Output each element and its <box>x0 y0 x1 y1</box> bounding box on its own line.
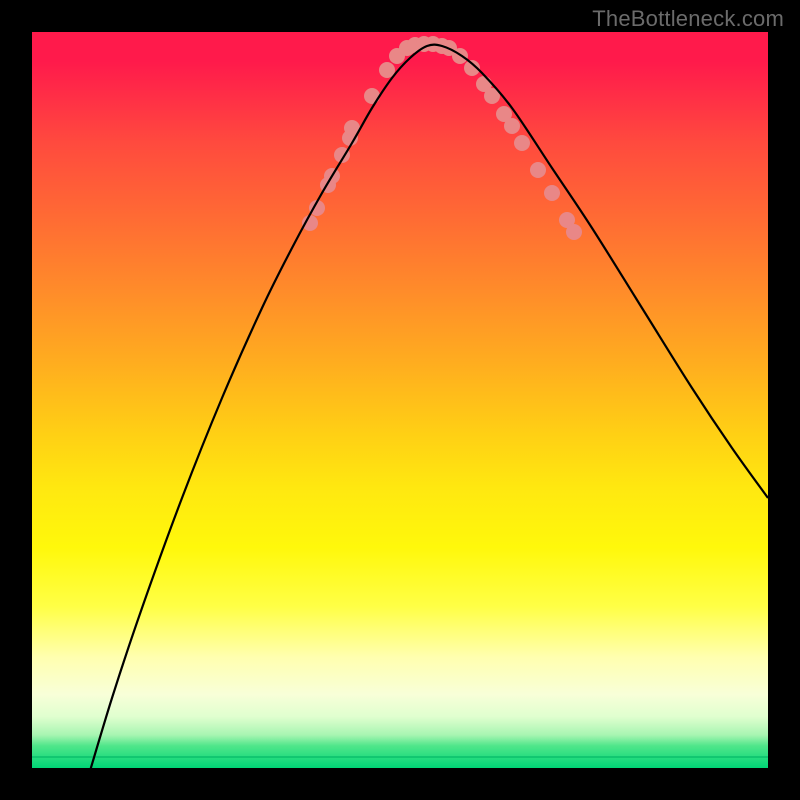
data-marker <box>530 162 546 178</box>
data-marker <box>364 88 380 104</box>
data-marker <box>504 118 520 134</box>
bottleneck-curve-path <box>82 45 768 768</box>
data-marker <box>566 224 582 240</box>
data-marker <box>544 185 560 201</box>
watermark-text: TheBottleneck.com <box>592 6 784 32</box>
plot-area <box>32 32 768 768</box>
marker-group <box>302 36 582 240</box>
data-marker <box>514 135 530 151</box>
bottleneck-curve-svg <box>32 32 768 768</box>
chart-frame: TheBottleneck.com <box>0 0 800 800</box>
